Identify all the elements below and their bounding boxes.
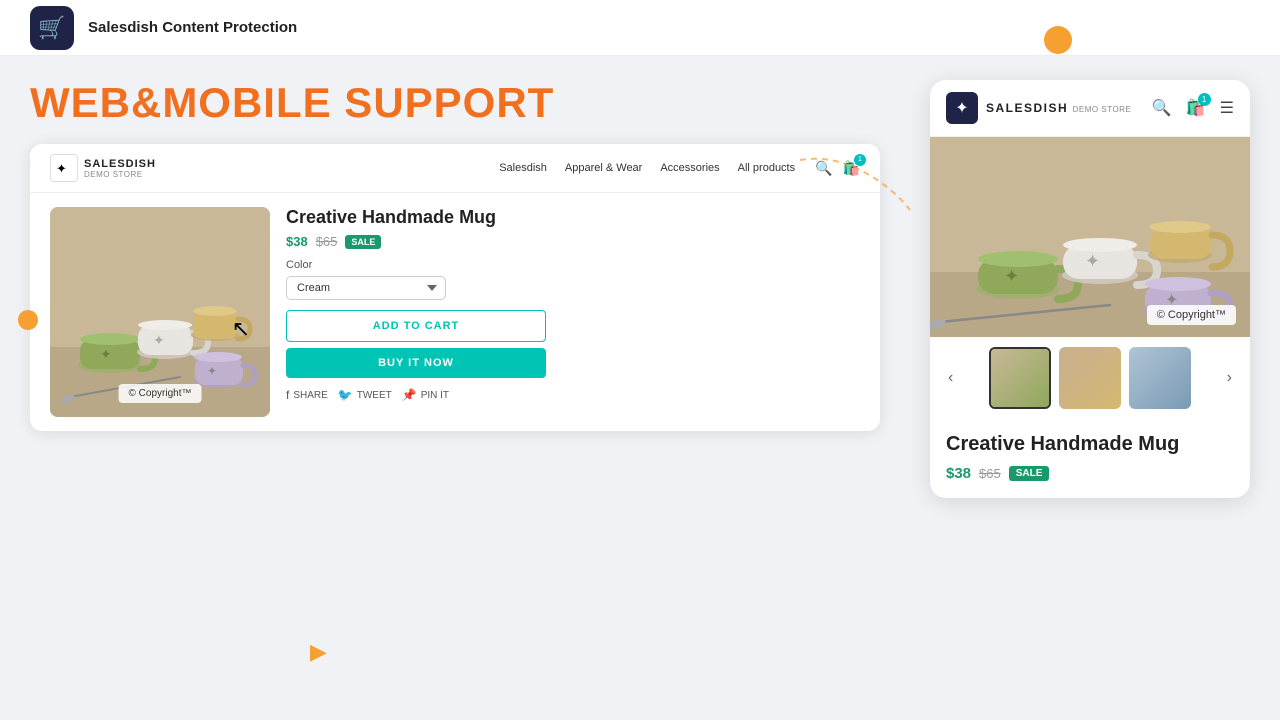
cart-icon[interactable]: 🛍️ 1 [843, 160, 860, 177]
color-select[interactable]: Cream White Green [286, 276, 446, 300]
svg-text:✦: ✦ [153, 332, 165, 348]
mobile-nav: ✦ SALESDISH DEMO STORE 🔍 🛍️ 1 ☰ [930, 80, 1250, 137]
nav-all-products[interactable]: All products [738, 162, 795, 174]
nav-icons: 🔍 🛍️ 1 [815, 160, 860, 177]
price-new: $38 [286, 234, 308, 249]
pin-label: PIN IT [421, 390, 449, 401]
mobile-nav-icons: 🔍 🛍️ 1 ☰ [1152, 98, 1234, 118]
nav-apparel[interactable]: Apparel & Wear [565, 162, 642, 174]
facebook-share-button[interactable]: f SHARE [286, 388, 328, 402]
pinterest-pin-button[interactable]: 📌 PIN IT [402, 388, 449, 402]
add-to-cart-button[interactable]: ADD TO CART [286, 310, 546, 342]
deco-dot [18, 310, 38, 330]
thumbnail-2[interactable] [1059, 347, 1121, 409]
svg-text:✦: ✦ [56, 161, 67, 176]
main-area: WEB&MOBILE SUPPORT ✦ SALESDISH DEMO STOR… [0, 56, 1280, 720]
product-section: ✦ ✦ [30, 193, 880, 431]
mobile-menu-icon[interactable]: ☰ [1220, 98, 1234, 118]
cart-badge: 1 [854, 154, 866, 166]
prev-thumb-button[interactable]: ‹ [944, 365, 957, 391]
mobile-logo: ✦ SALESDISH DEMO STORE [946, 92, 1152, 124]
thumb-container [965, 347, 1214, 409]
thumbnail-1[interactable] [989, 347, 1051, 409]
svg-text:✦: ✦ [1004, 266, 1019, 286]
pinterest-icon: 📌 [402, 388, 417, 402]
price-old: $65 [316, 234, 338, 249]
product-title: Creative Handmade Mug [286, 207, 860, 228]
thumb-img-3 [1129, 347, 1191, 409]
desktop-card: ✦ SALESDISH DEMO STORE Salesdish Apparel… [30, 144, 880, 431]
product-info: Creative Handmade Mug $38 $65 SALE Color… [286, 207, 860, 417]
thumb-img-1 [991, 349, 1049, 407]
mobile-copyright-overlay: © Copyright™ [1147, 305, 1236, 325]
store-brand: SALESDISH [84, 158, 156, 170]
buy-now-button[interactable]: BUY IT NOW [286, 348, 546, 378]
mobile-sub: DEMO STORE [1073, 105, 1132, 114]
store-sub: DEMO STORE [84, 170, 156, 179]
price-row: $38 $65 SALE [286, 234, 860, 249]
deco-circle-1 [1044, 26, 1072, 54]
mobile-product-info: Creative Handmade Mug $38 $65 SALE [930, 419, 1250, 498]
mobile-product-title: Creative Handmade Mug [946, 431, 1234, 457]
mobile-logo-icon: ✦ [946, 92, 978, 124]
store-logo-text: SALESDISH DEMO STORE [84, 158, 156, 179]
mobile-search-icon[interactable]: 🔍 [1152, 98, 1172, 118]
nav-accessories[interactable]: Accessories [660, 162, 719, 174]
svg-text:✦: ✦ [1085, 251, 1100, 271]
mobile-product-image: ✦ ✦ [930, 137, 1250, 337]
store-logo-icon: ✦ [50, 154, 78, 182]
left-section: WEB&MOBILE SUPPORT ✦ SALESDISH DEMO STOR… [30, 80, 880, 431]
tweet-label: TWEET [357, 390, 392, 401]
social-row: f SHARE 🐦 TWEET 📌 PIN IT [286, 388, 860, 402]
sale-badge: SALE [345, 235, 381, 249]
twitter-tweet-button[interactable]: 🐦 TWEET [338, 388, 392, 402]
next-thumb-button[interactable]: › [1223, 365, 1236, 391]
store-logo: ✦ SALESDISH DEMO STORE [50, 154, 156, 182]
color-label: Color [286, 259, 860, 271]
mobile-sale-badge: SALE [1009, 466, 1050, 481]
right-section: ✦ SALESDISH DEMO STORE 🔍 🛍️ 1 ☰ [910, 80, 1250, 498]
headline: WEB&MOBILE SUPPORT [30, 80, 880, 126]
mobile-brand: SALESDISH [986, 101, 1068, 115]
search-icon[interactable]: 🔍 [815, 160, 832, 177]
desktop-copyright-overlay: © Copyright™ [119, 384, 202, 403]
app-title: Salesdish Content Protection [88, 19, 297, 36]
mobile-price-row: $38 $65 SALE [946, 465, 1234, 482]
product-image-wrapper: ✦ ✦ [50, 207, 270, 417]
cursor-icon: ↖ [232, 316, 250, 342]
top-header: 🛒 Salesdish Content Protection [0, 0, 1280, 56]
share-label: SHARE [293, 390, 327, 401]
mobile-logo-text: SALESDISH DEMO STORE [986, 99, 1131, 117]
mobile-cart-icon[interactable]: 🛍️ 1 [1186, 98, 1206, 118]
nav-links: Salesdish Apparel & Wear Accessories All… [499, 162, 795, 174]
thumb-img-2 [1059, 347, 1121, 409]
mobile-price-old: $65 [979, 466, 1001, 481]
mobile-cart-badge: 1 [1198, 93, 1211, 106]
svg-text:✦: ✦ [100, 346, 112, 362]
thumbnail-3[interactable] [1129, 347, 1191, 409]
mobile-thumbnails: ‹ › [930, 337, 1250, 419]
mobile-card: ✦ SALESDISH DEMO STORE 🔍 🛍️ 1 ☰ [930, 80, 1250, 498]
nav-salesdish[interactable]: Salesdish [499, 162, 547, 174]
facebook-icon: f [286, 388, 289, 402]
app-icon-emoji: 🛒 [38, 15, 65, 41]
svg-text:✦: ✦ [207, 364, 217, 378]
store-nav: ✦ SALESDISH DEMO STORE Salesdish Apparel… [30, 144, 880, 193]
app-icon: 🛒 [30, 6, 74, 50]
twitter-icon: 🐦 [338, 388, 353, 402]
mobile-price-new: $38 [946, 465, 971, 482]
